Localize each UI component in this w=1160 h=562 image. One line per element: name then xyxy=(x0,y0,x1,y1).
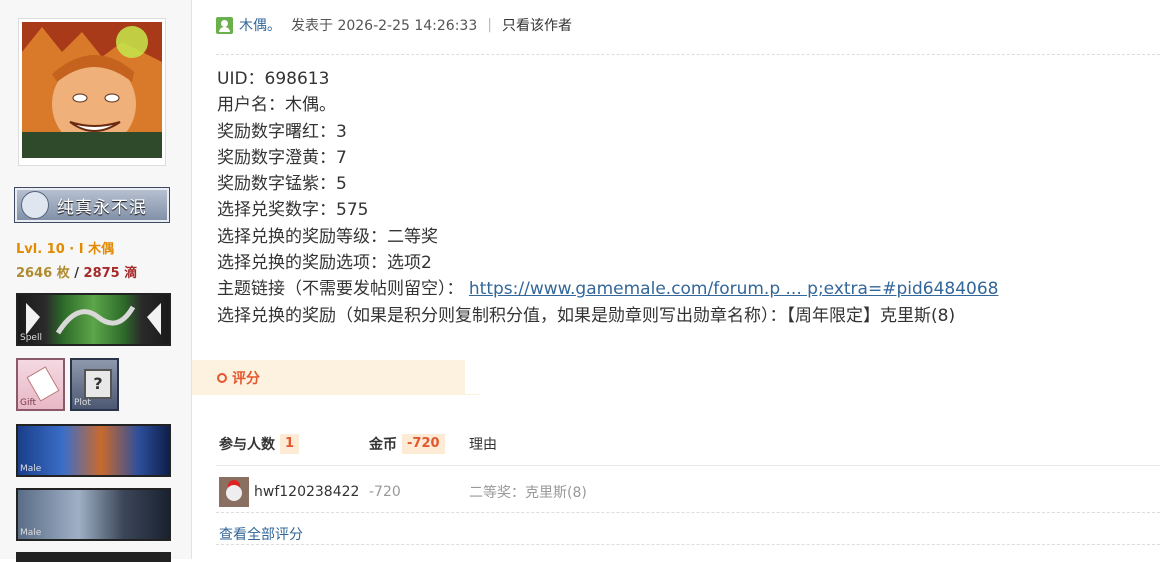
card-icon xyxy=(26,366,60,402)
purple-line: 奖励数字锰紫：5 xyxy=(217,174,347,195)
sword-emblem-icon xyxy=(21,191,49,219)
user-currency: 2646 枚 / 2875 滴 xyxy=(16,266,138,281)
red-line: 奖励数字曙红：3 xyxy=(217,121,347,142)
username-line: 用户名：木偶。 xyxy=(217,95,336,116)
medal-tag: Male xyxy=(20,528,42,538)
pick-line: 选择兑奖数字：575 xyxy=(217,200,369,221)
divider xyxy=(216,512,1160,513)
medal-tag: Gift xyxy=(20,398,37,408)
divider xyxy=(216,544,1160,545)
rating-row-coins: -720 xyxy=(369,478,401,506)
drops-value: 2875 滴 xyxy=(83,266,138,281)
medal-plot[interactable]: ? Plot xyxy=(70,358,119,411)
rating-row-user: hwf120238422 xyxy=(219,477,359,507)
view-all-ratings-link[interactable]: 查看全部评分 xyxy=(219,524,303,544)
participants-header: 参与人数 1 xyxy=(219,434,300,454)
reason-label: 理由 xyxy=(469,437,497,453)
participants-label: 参与人数 xyxy=(219,437,275,453)
title-badge: 纯真永不泯 xyxy=(14,187,170,223)
divider xyxy=(216,465,1160,466)
topic-link[interactable]: https://www.gamemale.com/forum.p ... p;e… xyxy=(469,279,999,299)
rater-reason: 二等奖：克里斯(8) xyxy=(469,485,587,501)
user-online-icon xyxy=(216,16,233,34)
medal-partial[interactable] xyxy=(16,552,171,562)
title-badge-text: 纯真永不泯 xyxy=(57,197,147,218)
only-author-link[interactable]: 只看该作者 xyxy=(502,15,572,35)
author-sidebar: 纯真永不泯 Lvl. 10 · I 木偶 2646 枚 / 2875 滴 Spe… xyxy=(0,0,192,562)
avatar[interactable] xyxy=(22,22,162,158)
rating-row-reason: 二等奖：克里斯(8) xyxy=(469,478,587,506)
medal-gift[interactable]: Gift xyxy=(16,358,65,411)
post-header: 木偶。 发表于 2026-2-25 14:26:33 | 只看该作者 xyxy=(216,14,572,36)
user-level: Lvl. 10 · I 木偶 xyxy=(16,242,115,257)
rater-name[interactable]: hwf120238422 xyxy=(254,484,359,500)
divider: | xyxy=(487,17,492,33)
medal-tag: Spell xyxy=(20,333,42,343)
post-time: 发表于 2026-2-25 14:26:33 xyxy=(291,18,478,34)
avatar-image xyxy=(22,22,162,158)
rating-label: 评分 xyxy=(232,371,260,387)
avatar[interactable] xyxy=(219,477,249,507)
author-link[interactable]: 木偶。 xyxy=(239,15,281,35)
medal-male-2[interactable]: Male xyxy=(16,488,171,541)
coins-header: 金币 -720 xyxy=(369,434,445,454)
post-main: 木偶。 发表于 2026-2-25 14:26:33 | 只看该作者 UID：6… xyxy=(192,0,1160,559)
uid-line: UID：698613 xyxy=(217,69,330,89)
reason-header: 理由 xyxy=(469,434,497,454)
topic-line: 主题链接（不需要发帖则留空）： https://www.gamemale.com… xyxy=(217,276,998,302)
medal-tag: Male xyxy=(20,464,42,474)
post-content: UID：698613 用户名：木偶。 奖励数字曙红：3 奖励数字澄黄：7 奖励数… xyxy=(217,66,998,329)
medal-male-1[interactable]: Male xyxy=(16,424,171,477)
medal-spell[interactable]: Spell xyxy=(16,293,171,346)
question-mark-icon: ? xyxy=(84,369,112,399)
avatar-frame xyxy=(19,19,165,165)
circle-icon xyxy=(217,373,227,383)
topic-prefix: 主题链接（不需要发帖则留空）： xyxy=(217,279,464,300)
medal-tag: Plot xyxy=(74,398,91,408)
divider xyxy=(216,54,1160,55)
rating-section-header: 评分 xyxy=(192,360,481,395)
coins-total: -720 xyxy=(402,434,445,454)
coins-label: 金币 xyxy=(369,437,397,453)
option-line: 选择兑换的奖励选项：选项2 xyxy=(217,253,432,274)
grade-line: 选择兑换的奖励等级：二等奖 xyxy=(217,226,438,247)
reward-line: 选择兑换的奖励（如果是积分则复制积分值，如果是勋章则写出勋章名称）：【周年限定】… xyxy=(217,305,956,326)
rater-coins: -720 xyxy=(369,484,401,500)
coins-value: 2646 枚 xyxy=(16,266,70,281)
participants-count: 1 xyxy=(280,434,300,454)
yellow-line: 奖励数字澄黄：7 xyxy=(217,147,347,168)
